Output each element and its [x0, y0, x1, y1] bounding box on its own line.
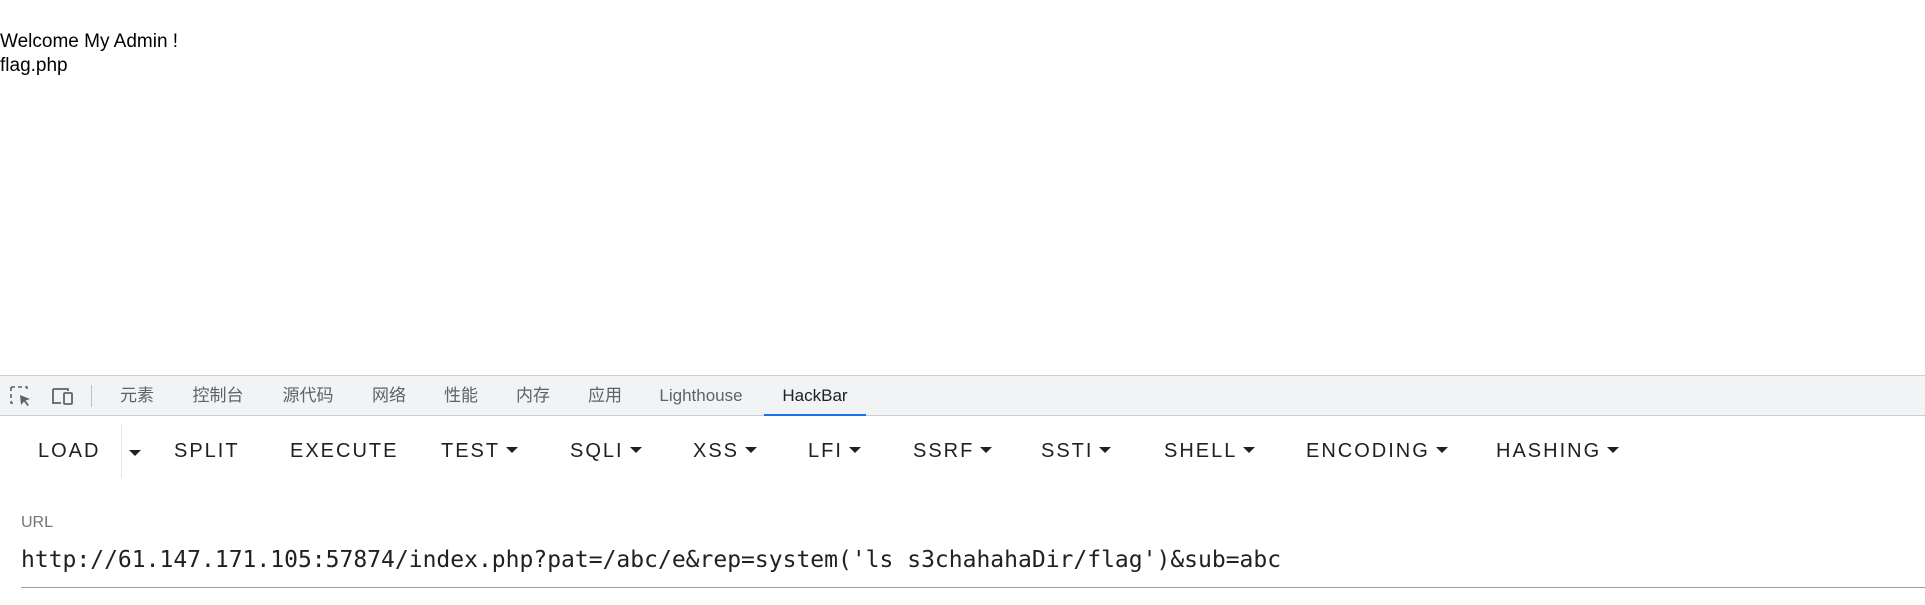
- load-dropdown-caret-icon[interactable]: [129, 444, 141, 456]
- ssrf-menu-button[interactable]: SSRF: [913, 429, 993, 473]
- test-menu-label: TEST: [441, 440, 501, 462]
- chevron-down-icon: [1243, 446, 1256, 453]
- ssrf-menu-label: SSRF: [913, 440, 975, 462]
- encoding-menu-label: ENCODING: [1306, 440, 1430, 462]
- load-button-divider: [121, 424, 122, 478]
- shell-menu-label: SHELL: [1164, 440, 1238, 462]
- chevron-down-icon: [1607, 446, 1620, 453]
- xss-menu-label: XSS: [693, 440, 740, 462]
- ssti-menu-button[interactable]: SSTI: [1041, 429, 1112, 473]
- lfi-menu-button[interactable]: LFI: [808, 429, 861, 473]
- url-field-label: URL: [21, 514, 54, 531]
- chevron-down-icon: [980, 446, 993, 453]
- xss-menu-button[interactable]: XSS: [693, 429, 758, 473]
- ssti-menu-label: SSTI: [1041, 440, 1094, 462]
- lfi-menu-label: LFI: [808, 440, 843, 462]
- tab-elements[interactable]: 元素: [117, 376, 157, 416]
- device-toolbar-icon[interactable]: [49, 384, 75, 408]
- load-button[interactable]: LOAD: [38, 429, 100, 473]
- chevron-down-icon: [629, 446, 642, 453]
- welcome-text: Welcome My Admin !: [0, 31, 179, 52]
- chevron-down-icon: [1099, 446, 1112, 453]
- toolbar-divider: [91, 385, 92, 407]
- encoding-menu-button[interactable]: ENCODING: [1306, 429, 1448, 473]
- tab-hackbar[interactable]: HackBar: [764, 376, 866, 416]
- tab-sources[interactable]: 源代码: [279, 376, 337, 416]
- chevron-down-icon: [745, 446, 758, 453]
- chevron-down-icon: [848, 446, 861, 453]
- hashing-menu-label: HASHING: [1496, 440, 1602, 462]
- execute-button[interactable]: EXECUTE: [290, 429, 398, 473]
- sqli-menu-button[interactable]: SQLI: [570, 429, 642, 473]
- tab-lighthouse[interactable]: Lighthouse: [654, 376, 748, 416]
- hackbar-toolbar: LOAD SPLIT EXECUTE TEST SQLI XSS LFI SSR…: [0, 416, 1925, 486]
- tab-memory[interactable]: 内存: [513, 376, 553, 416]
- devtools-panel: 元素 控制台 源代码 网络 性能 内存 应用 Lighthouse HackBa…: [0, 375, 1925, 605]
- page-content: Welcome My Admin ! flag.php: [0, 0, 1925, 375]
- chevron-down-icon: [506, 446, 519, 453]
- tab-performance[interactable]: 性能: [441, 376, 481, 416]
- shell-menu-button[interactable]: SHELL: [1164, 429, 1256, 473]
- file-name-text: flag.php: [0, 55, 68, 76]
- devtools-tabbar: 元素 控制台 源代码 网络 性能 内存 应用 Lighthouse HackBa…: [0, 375, 1925, 416]
- hashing-menu-button[interactable]: HASHING: [1496, 429, 1620, 473]
- split-button[interactable]: SPLIT: [174, 429, 240, 473]
- chevron-down-icon: [1435, 446, 1448, 453]
- inspect-element-icon[interactable]: [8, 384, 34, 408]
- sqli-menu-label: SQLI: [570, 440, 624, 462]
- url-field-underline: [21, 587, 1925, 588]
- url-input[interactable]: [21, 547, 1901, 573]
- tab-application[interactable]: 应用: [585, 376, 625, 416]
- tab-console[interactable]: 控制台: [189, 376, 247, 416]
- tab-network[interactable]: 网络: [369, 376, 409, 416]
- test-menu-button[interactable]: TEST: [441, 429, 519, 473]
